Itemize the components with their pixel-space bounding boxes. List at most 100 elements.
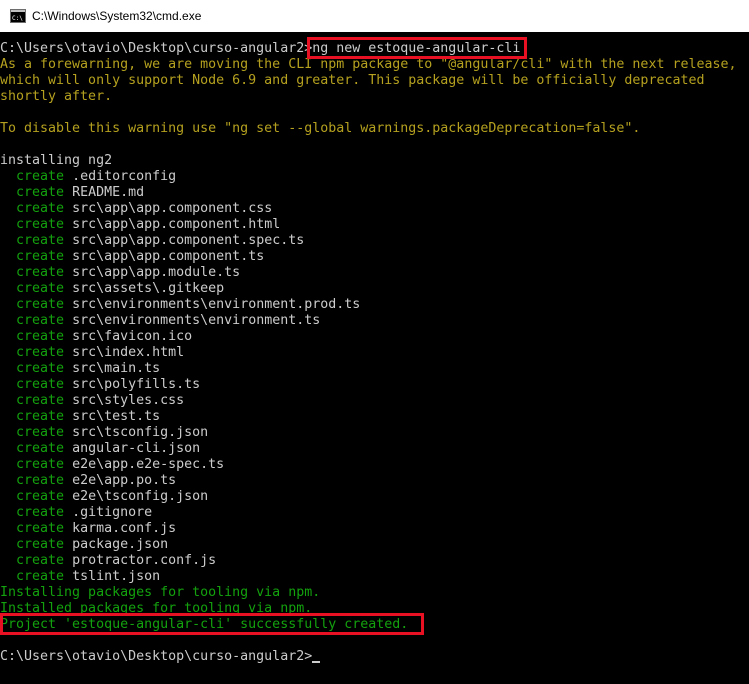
create-keyword: create bbox=[16, 265, 65, 280]
created-file-path: src\tsconfig.json bbox=[72, 425, 209, 440]
command-highlight-box bbox=[307, 37, 528, 59]
created-file-path: package.json bbox=[72, 537, 169, 552]
created-file-path: src\assets\.gitkeep bbox=[72, 281, 225, 296]
create-line: create src\app\app.component.html bbox=[0, 217, 280, 233]
created-file-path: src\environments\environment.ts bbox=[72, 313, 321, 328]
installing-line: installing ng2 bbox=[0, 153, 112, 169]
create-line: create src\test.ts bbox=[0, 409, 160, 425]
warning-line: As a forewarning, we are moving the CLI … bbox=[0, 57, 737, 73]
create-line: create src\tsconfig.json bbox=[0, 425, 208, 441]
create-line: create .editorconfig bbox=[0, 169, 176, 185]
svg-text:C:\: C:\ bbox=[12, 15, 23, 22]
create-line: create src\main.ts bbox=[0, 361, 160, 377]
create-line: create .gitignore bbox=[0, 505, 152, 521]
created-file-path: src\test.ts bbox=[72, 409, 161, 424]
create-keyword: create bbox=[16, 249, 65, 264]
created-file-path: src\app\app.component.html bbox=[72, 217, 281, 232]
create-keyword: create bbox=[16, 377, 65, 392]
create-keyword: create bbox=[16, 281, 65, 296]
warning-text: which will only support Node 6.9 and gre… bbox=[0, 73, 705, 88]
console-output[interactable]: C:\Users\otavio\Desktop\curso-angular2>n… bbox=[0, 32, 749, 684]
created-file-path: karma.conf.js bbox=[72, 521, 177, 536]
created-file-path: src\app\app.component.ts bbox=[72, 249, 265, 264]
created-file-path: src\app\app.component.css bbox=[72, 201, 273, 216]
created-file-path: src\app\app.module.ts bbox=[72, 265, 241, 280]
create-line: create src\app\app.component.spec.ts bbox=[0, 233, 304, 249]
create-keyword: create bbox=[16, 409, 65, 424]
created-file-path: src\styles.css bbox=[72, 393, 185, 408]
created-file-path: e2e\app.e2e-spec.ts bbox=[72, 457, 225, 472]
cmd-icon: C:\ bbox=[10, 9, 26, 23]
create-line: create e2e\app.e2e-spec.ts bbox=[0, 457, 224, 473]
warning-line: shortly after. bbox=[0, 89, 112, 105]
status-text: Installing packages for tooling via npm. bbox=[0, 585, 321, 600]
create-keyword: create bbox=[16, 393, 65, 408]
created-file-path: e2e\tsconfig.json bbox=[72, 489, 209, 504]
warning-text: As a forewarning, we are moving the CLI … bbox=[0, 57, 737, 72]
title-bar[interactable]: C:\ C:\Windows\System32\cmd.exe bbox=[0, 0, 749, 32]
created-file-path: src\app\app.component.spec.ts bbox=[72, 233, 305, 248]
disable-warning-line: To disable this warning use "ng set --gl… bbox=[0, 121, 640, 137]
create-keyword: create bbox=[16, 441, 65, 456]
create-line: create e2e\tsconfig.json bbox=[0, 489, 208, 505]
created-file-path: angular-cli.json bbox=[72, 441, 201, 456]
text-cursor bbox=[312, 661, 321, 663]
create-line: create src\environments\environment.prod… bbox=[0, 297, 360, 313]
create-keyword: create bbox=[16, 185, 65, 200]
create-line: create src\app\app.module.ts bbox=[0, 265, 240, 281]
create-keyword: create bbox=[16, 217, 65, 232]
create-keyword: create bbox=[16, 201, 65, 216]
create-keyword: create bbox=[16, 313, 65, 328]
create-line: create e2e\app.po.ts bbox=[0, 473, 176, 489]
create-line: create src\environments\environment.ts bbox=[0, 313, 320, 329]
success-highlight-box bbox=[0, 613, 425, 635]
create-line: create tslint.json bbox=[0, 569, 160, 585]
create-line: create src\favicon.ico bbox=[0, 329, 192, 345]
create-line: create src\assets\.gitkeep bbox=[0, 281, 224, 297]
create-keyword: create bbox=[16, 361, 65, 376]
create-keyword: create bbox=[16, 489, 65, 504]
warning-line: which will only support Node 6.9 and gre… bbox=[0, 73, 704, 89]
created-file-path: protractor.conf.js bbox=[72, 553, 217, 568]
create-line: create README.md bbox=[0, 185, 144, 201]
create-keyword: create bbox=[16, 329, 65, 344]
create-keyword: create bbox=[16, 473, 65, 488]
create-line: create package.json bbox=[0, 537, 168, 553]
create-line: create src\app\app.component.css bbox=[0, 201, 272, 217]
create-keyword: create bbox=[16, 569, 65, 584]
